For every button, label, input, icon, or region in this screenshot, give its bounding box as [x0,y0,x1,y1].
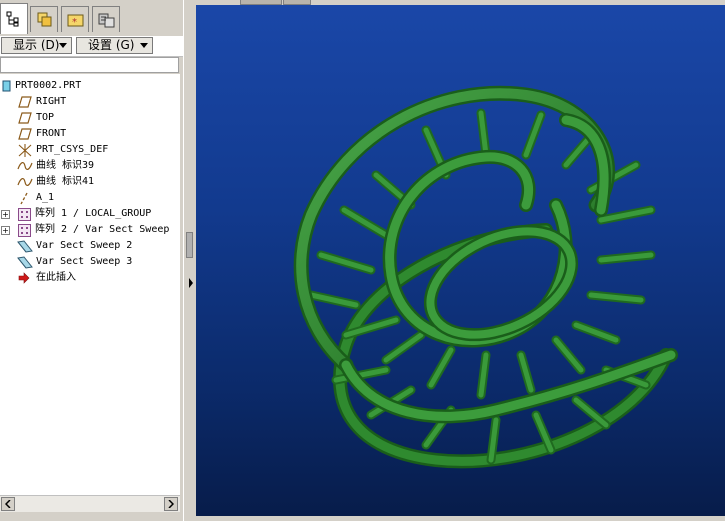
tab-model-tree[interactable] [0,3,28,34]
coordinate-system-icon [18,144,32,157]
tree-item-pattern-1[interactable]: + 阵列 1 / LOCAL_GROUP [0,206,180,222]
sweep-icon [17,256,33,269]
svg-text:*: * [72,17,77,28]
favorites-icon: * [67,14,84,28]
tree-item-top[interactable]: TOP [0,110,180,126]
tree-filter-row [0,57,179,73]
part-icon [2,80,11,92]
curve-icon [17,178,33,186]
datum-plane-icon [18,128,32,140]
tree-item-csys[interactable]: PRT_CSYS_DEF [0,142,180,158]
tree-item-label: 曲线 标识39 [36,160,95,171]
tree-item-label: TOP [36,112,55,123]
tab-folder-browser[interactable] [30,6,58,32]
chevron-left-icon [5,500,11,508]
tree-item-pattern-2[interactable]: + 阵列 2 / Var Sect Sweep [0,222,180,238]
scroll-left-button[interactable] [1,497,15,511]
tab-connections[interactable] [92,6,120,32]
display-menu-button[interactable]: 显示 (D) [1,37,72,54]
tree-item-label: PRT0002.PRT [15,80,82,91]
settings-menu-label: 设置 (G) [88,38,135,52]
pattern-icon [18,224,31,237]
tree-item-insert-here[interactable]: 在此插入 [0,270,180,286]
datum-plane-icon [18,112,32,124]
chevron-right-icon [168,500,174,508]
datum-axis-icon [20,192,28,205]
settings-menu-button[interactable]: 设置 (G) [76,37,153,54]
tree-item-curve-39[interactable]: 曲线 标识39 [0,158,180,174]
expand-icon[interactable]: + [1,210,10,219]
tree-item-right[interactable]: RIGHT [0,94,180,110]
graphics-viewport[interactable] [196,5,725,516]
navigator-panel: * 显示 (D) 设置 (G) PRT0002.PRT RIGHT TOP FR… [0,0,183,521]
folder-browser-icon [37,12,52,27]
spiral-cage-model [293,85,678,469]
chevron-down-icon [59,43,67,48]
model-tree: PRT0002.PRT RIGHT TOP FRONT PRT_CSYS_DEF… [0,74,180,495]
collapse-arrow-icon[interactable] [188,278,194,288]
navigator-tabs: * [0,0,183,34]
curve-icon [17,162,33,170]
tree-item-sweep-3[interactable]: Var Sect Sweep 3 [0,254,180,270]
tree-item-label: A_1 [36,192,55,203]
tree-item-axis[interactable]: A_1 [0,190,180,206]
tree-item-label: Var Sect Sweep 3 [36,256,133,267]
tree-item-label: 阵列 2 / Var Sect Sweep [35,224,170,235]
tree-item-part[interactable]: PRT0002.PRT [0,78,180,94]
horizontal-scrollbar[interactable] [0,495,180,512]
pattern-icon [18,208,31,221]
tree-item-label: FRONT [36,128,67,139]
tab-favorites[interactable]: * [61,6,89,32]
tree-item-curve-41[interactable]: 曲线 标识41 [0,174,180,190]
status-strip [0,512,183,521]
tree-item-label: RIGHT [36,96,67,107]
scroll-right-button[interactable] [164,497,178,511]
tree-toolbar: 显示 (D) 设置 (G) [0,36,183,57]
connections-icon [98,13,115,28]
tree-item-front[interactable]: FRONT [0,126,180,142]
splitter-grip[interactable] [186,232,193,258]
panel-splitter[interactable] [183,0,196,521]
model-tree-icon [6,11,19,27]
chevron-down-icon [140,43,148,48]
datum-plane-icon [18,96,32,108]
insert-here-arrow-icon [18,272,30,284]
expand-icon[interactable]: + [1,226,10,235]
tree-item-sweep-2[interactable]: Var Sect Sweep 2 [0,238,180,254]
display-menu-label: 显示 (D) [13,38,60,52]
tree-item-label: Var Sect Sweep 2 [36,240,133,251]
tree-item-label: 在此插入 [36,272,76,283]
tree-item-label: PRT_CSYS_DEF [36,144,109,155]
sweep-icon [17,240,33,253]
tree-item-label: 阵列 1 / LOCAL_GROUP [35,208,152,219]
tree-item-label: 曲线 标识41 [36,176,95,187]
